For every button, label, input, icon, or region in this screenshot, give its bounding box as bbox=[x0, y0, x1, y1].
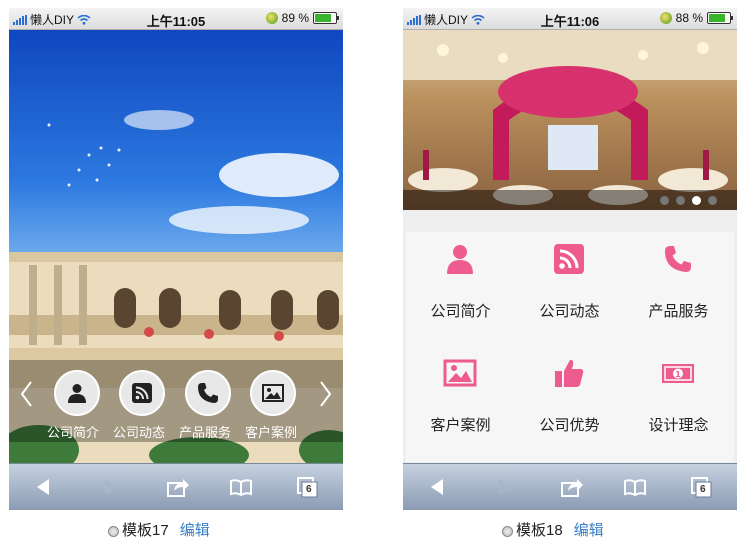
menu-button-products[interactable] bbox=[185, 370, 231, 416]
slider-dots[interactable] bbox=[660, 196, 717, 205]
prev-arrow-icon[interactable] bbox=[19, 380, 33, 408]
menu-label-cases: 客户案例 bbox=[430, 417, 491, 434]
menu-label-company-intro[interactable]: 公司简介 bbox=[47, 422, 99, 441]
menu-item-cases[interactable]: 客户案例 bbox=[406, 346, 515, 458]
template18-name: 模板18 bbox=[516, 522, 563, 539]
template17-name: 模板17 bbox=[122, 522, 169, 539]
svg-text:1: 1 bbox=[675, 370, 681, 379]
menu-grid: 公司简介 公司动态 产品服务 客户案例 公司优势 1 设计理念 bbox=[406, 232, 734, 462]
menu-label-design-concept: 设计理念 bbox=[648, 417, 709, 434]
template17-phone-preview: 懒人DIY 上午11:05 89 % 公司简介 公司动态 产品服务 客户案例 6 bbox=[9, 8, 343, 510]
image-icon bbox=[262, 384, 284, 402]
menu-label-cases[interactable]: 客户案例 bbox=[245, 422, 297, 441]
back-arrow-icon[interactable] bbox=[425, 475, 449, 499]
menu-label-company-intro: 公司简介 bbox=[430, 303, 491, 320]
menu-button-cases[interactable] bbox=[250, 370, 296, 416]
back-arrow-icon[interactable] bbox=[31, 475, 55, 499]
menu-label-advantages: 公司优势 bbox=[539, 417, 600, 434]
battery-percent: 89 % bbox=[281, 11, 309, 25]
template17-radio[interactable] bbox=[108, 525, 119, 537]
browser-toolbar: 6 bbox=[403, 463, 737, 510]
menu-item-advantages[interactable]: 公司优势 bbox=[515, 346, 624, 458]
browser-toolbar: 6 bbox=[9, 463, 343, 510]
status-bar: 懒人DIY 上午11:06 88 % bbox=[403, 8, 737, 30]
menu-item-products[interactable]: 产品服务 bbox=[624, 232, 733, 344]
share-icon[interactable] bbox=[166, 475, 190, 499]
tabs-button[interactable]: 6 bbox=[295, 475, 319, 499]
user-icon bbox=[447, 245, 473, 274]
bookmarks-icon[interactable] bbox=[623, 475, 647, 499]
forward-arrow-icon[interactable] bbox=[493, 475, 517, 499]
template18-phone-preview: 懒人DIY 上午11:06 88 % 公司简介 公司动态 产品服务 客户案例 公… bbox=[403, 8, 737, 510]
battery-percent: 88 % bbox=[675, 11, 703, 25]
battery-icon bbox=[313, 12, 339, 24]
menu-label-company-news: 公司动态 bbox=[539, 303, 600, 320]
bookmarks-icon[interactable] bbox=[229, 475, 253, 499]
template17-edit-link[interactable]: 编辑 bbox=[180, 519, 210, 540]
phone-icon bbox=[198, 383, 218, 403]
slider-dot[interactable] bbox=[708, 196, 717, 205]
menu-item-design-concept[interactable]: 1 设计理念 bbox=[624, 346, 733, 458]
menu-label-company-news[interactable]: 公司动态 bbox=[113, 422, 165, 441]
template18-radio[interactable] bbox=[502, 525, 513, 537]
menu-item-company-news[interactable]: 公司动态 bbox=[515, 232, 624, 344]
image-icon bbox=[443, 359, 477, 387]
tabs-button[interactable]: 6 bbox=[689, 475, 713, 499]
user-icon bbox=[68, 384, 86, 403]
rss-icon bbox=[554, 244, 584, 274]
share-icon[interactable] bbox=[560, 475, 584, 499]
slider-dot[interactable] bbox=[676, 196, 685, 205]
slider-dot[interactable] bbox=[660, 196, 669, 205]
status-bar: 懒人DIY 上午11:05 89 % bbox=[9, 8, 343, 30]
wedding-hall-banner-image[interactable] bbox=[403, 30, 737, 210]
menu-label-products[interactable]: 产品服务 bbox=[179, 422, 231, 441]
forward-arrow-icon[interactable] bbox=[99, 475, 123, 499]
app-indicator-icon bbox=[659, 12, 672, 24]
rss-icon bbox=[132, 383, 152, 403]
menu-label-products: 产品服务 bbox=[648, 303, 709, 320]
template18-caption: 模板18 编辑 bbox=[502, 519, 604, 540]
tab-count: 6 bbox=[306, 484, 312, 495]
menu-button-company-intro[interactable] bbox=[54, 370, 100, 416]
thumbs-up-icon bbox=[555, 359, 584, 387]
tab-count: 6 bbox=[700, 484, 706, 495]
next-arrow-icon[interactable] bbox=[319, 380, 333, 408]
slider-bar bbox=[403, 190, 737, 210]
banknote-icon: 1 bbox=[662, 364, 694, 383]
slider-dot[interactable] bbox=[692, 196, 701, 205]
menu-item-company-intro[interactable]: 公司简介 bbox=[406, 232, 515, 344]
app-indicator-icon bbox=[265, 12, 278, 24]
template18-edit-link[interactable]: 编辑 bbox=[574, 519, 604, 540]
menu-button-company-news[interactable] bbox=[119, 370, 165, 416]
template17-caption: 模板17 编辑 bbox=[108, 519, 210, 540]
phone-icon bbox=[665, 246, 691, 272]
battery-icon bbox=[707, 12, 733, 24]
